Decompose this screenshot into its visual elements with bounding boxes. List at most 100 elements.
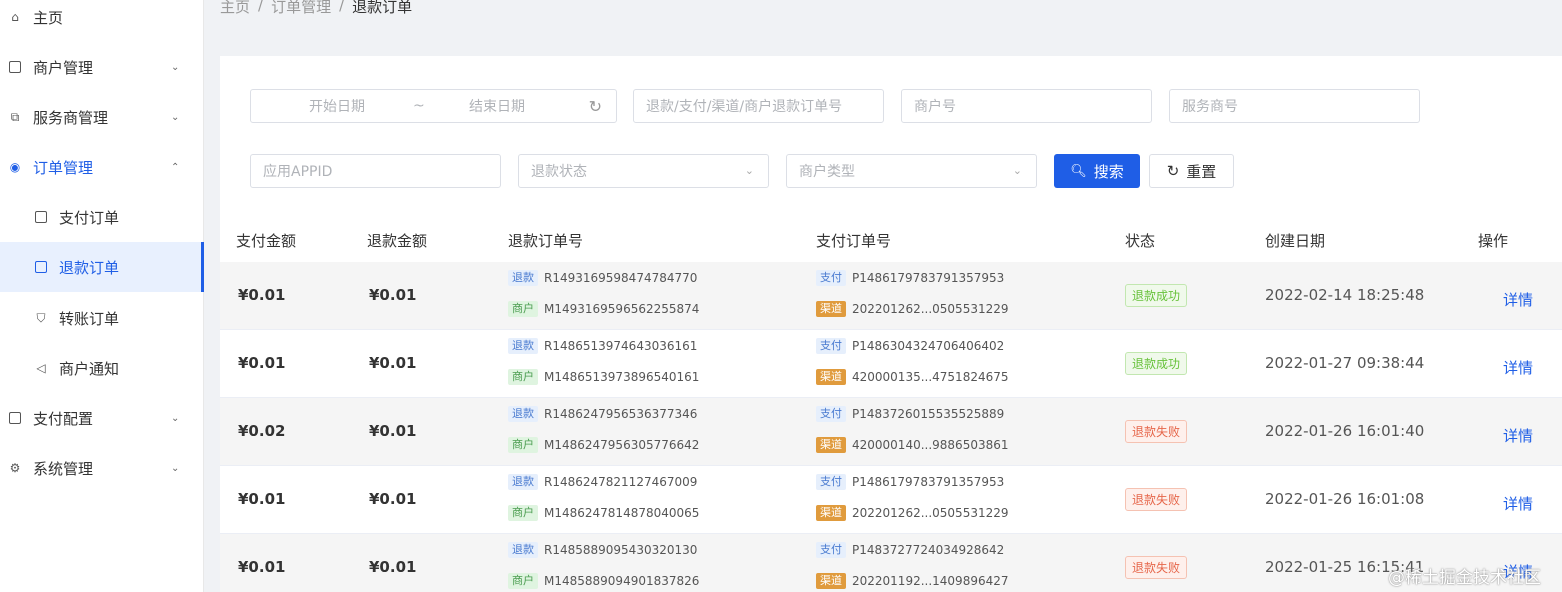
pay-no: P1486179783791357953: [852, 271, 1005, 285]
pay-order-icon: [34, 210, 48, 224]
search-button[interactable]: 🔍︎ 搜索: [1054, 154, 1140, 188]
created-date: 2022-01-26 16:01:08: [1265, 490, 1425, 508]
merchant-number-placeholder: 商户号: [914, 99, 956, 115]
sidebar-item-pay-orders[interactable]: 支付订单: [0, 192, 204, 242]
channel-no: 420000135...4751824675: [852, 370, 1009, 384]
system-icon: ⚙: [9, 461, 21, 475]
sidebar-item-notify[interactable]: ◁ 商户通知: [0, 343, 204, 393]
pay-amount: ¥0.01: [238, 286, 286, 304]
pay-amount: ¥0.01: [238, 558, 286, 576]
status-badge: 退款失败: [1125, 420, 1188, 443]
sidebar: ⌂ 主页 商户管理 ⌄ ⧉ 服务商管理 ⌄ ◉ 订单管理 ⌃ 支付订单 退款订单…: [0, 0, 204, 592]
breadcrumb-current: 退款订单: [352, 0, 413, 16]
sidebar-item-label: 退款订单: [59, 258, 120, 277]
pay-tag: 支付: [816, 542, 846, 558]
reset-button[interactable]: ↻ 重置: [1149, 154, 1234, 188]
pay-no: P1483726015535525889: [852, 407, 1005, 421]
sidebar-item-merchant[interactable]: 商户管理 ⌄: [0, 42, 204, 92]
refund-order-icon: [34, 260, 48, 274]
breadcrumb-home[interactable]: 主页: [220, 0, 250, 17]
refund-order-line: 退款 R1486247956536377346: [508, 406, 697, 422]
sidebar-item-transfer-orders[interactable]: ⛉ 转账订单: [0, 293, 204, 343]
sidebar-item-label: 服务商管理: [33, 108, 109, 127]
sidebar-item-provider[interactable]: ⧉ 服务商管理 ⌄: [0, 92, 204, 142]
sidebar-item-orders[interactable]: ◉ 订单管理 ⌃: [0, 142, 204, 192]
order-number-placeholder: 退款/支付/渠道/商户退款订单号: [646, 99, 843, 115]
sidebar-item-label: 系统管理: [33, 459, 94, 478]
header-refund-order-no: 退款订单号: [508, 232, 584, 250]
pay-config-icon: [8, 411, 22, 425]
channel-order-line: 渠道 202201192...1409896427: [816, 573, 1009, 589]
chevron-up-icon: ⌃: [171, 161, 180, 173]
pay-amount: ¥0.01: [238, 354, 286, 372]
refund-tag: 退款: [508, 270, 538, 286]
reset-icon: ↻: [1166, 162, 1180, 180]
pay-no: P1486304324706406402: [852, 339, 1005, 353]
breadcrumb: 主页 / 订单管理 / 退款订单: [220, 0, 412, 17]
sidebar-item-home[interactable]: ⌂ 主页: [0, 0, 204, 42]
refund-order-line: 退款 R1485889095430320130: [508, 542, 697, 558]
refund-tag: 退款: [508, 542, 538, 558]
channel-tag: 渠道: [816, 573, 846, 589]
order-number-input[interactable]: 退款/支付/渠道/商户退款订单号: [633, 89, 884, 123]
refund-no: R1486247956536377346: [544, 407, 698, 421]
merchant-icon: [8, 60, 22, 74]
created-date: 2022-01-26 16:01:40: [1265, 422, 1425, 440]
sidebar-item-system[interactable]: ⚙ 系统管理 ⌄: [0, 443, 204, 493]
pay-order-line: 支付 P1486304324706406402: [816, 338, 1004, 354]
status-badge: 退款失败: [1125, 488, 1188, 511]
pay-no: P1486179783791357953: [852, 475, 1005, 489]
status-badge: 退款成功: [1125, 352, 1188, 375]
pay-order-line: 支付 P1483727724034928642: [816, 542, 1004, 558]
chevron-down-icon: ⌄: [171, 111, 180, 123]
refund-status-select[interactable]: 退款状态 ⌄: [518, 154, 769, 188]
refund-amount: ¥0.01: [369, 354, 417, 372]
channel-order-line: 渠道 202201262...0505531229: [816, 301, 1009, 317]
provider-number-placeholder: 服务商号: [1182, 99, 1238, 115]
detail-link[interactable]: 详情: [1503, 425, 1533, 446]
sidebar-item-refund-orders[interactable]: 退款订单: [0, 242, 204, 292]
refund-no: R1486247821127467009: [544, 475, 698, 489]
sidebar-item-pay-config[interactable]: 支付配置 ⌄: [0, 393, 204, 443]
pay-order-line: 支付 P1486179783791357953: [816, 270, 1004, 286]
merchant-tag: 商户: [508, 573, 538, 589]
refund-order-line: 退款 R1486247821127467009: [508, 474, 697, 490]
breadcrumb-orders[interactable]: 订单管理: [271, 0, 331, 17]
status-badge: 退款失败: [1125, 556, 1188, 579]
search-icon: 🔍︎: [1070, 163, 1087, 179]
app-id-input[interactable]: 应用APPID: [250, 154, 501, 188]
pay-tag: 支付: [816, 406, 846, 422]
pay-no: P1483727724034928642: [852, 543, 1005, 557]
breadcrumb-separator: /: [258, 0, 264, 14]
merchant-refund-no: M1486247956305776642: [544, 438, 700, 452]
reset-button-label: 重置: [1186, 162, 1217, 181]
home-icon: ⌂: [11, 10, 19, 24]
refresh-icon[interactable]: ↻: [589, 97, 602, 116]
refund-amount: ¥0.01: [369, 286, 417, 304]
merchant-type-select[interactable]: 商户类型 ⌄: [786, 154, 1037, 188]
detail-link[interactable]: 详情: [1503, 493, 1533, 514]
merchant-tag: 商户: [508, 437, 538, 453]
channel-tag: 渠道: [816, 505, 846, 521]
channel-tag: 渠道: [816, 437, 846, 453]
created-date: 2022-02-14 18:25:48: [1265, 286, 1425, 304]
detail-link[interactable]: 详情: [1503, 357, 1533, 378]
sidebar-item-label: 转账订单: [59, 309, 120, 328]
merchant-number-input[interactable]: 商户号: [901, 89, 1152, 123]
merchant-tag: 商户: [508, 369, 538, 385]
channel-no: 420000140...9886503861: [852, 438, 1009, 452]
sidebar-item-label: 支付配置: [33, 409, 94, 428]
channel-tag: 渠道: [816, 369, 846, 385]
refund-amount: ¥0.01: [369, 490, 417, 508]
channel-order-line: 渠道 420000135...4751824675: [816, 369, 1009, 385]
detail-link[interactable]: 详情: [1503, 289, 1533, 310]
header-pay-amount: 支付金额: [236, 232, 297, 250]
provider-number-input[interactable]: 服务商号: [1169, 89, 1420, 123]
pay-order-line: 支付 P1483726015535525889: [816, 406, 1004, 422]
date-range-picker[interactable]: 开始日期 ~ 结束日期 ↻: [250, 89, 617, 123]
pay-tag: 支付: [816, 474, 846, 490]
header-status: 状态: [1125, 232, 1156, 250]
app-id-placeholder: 应用APPID: [263, 164, 333, 180]
channel-order-line: 渠道 202201262...0505531229: [816, 505, 1009, 521]
end-date-placeholder: 结束日期: [469, 99, 525, 115]
